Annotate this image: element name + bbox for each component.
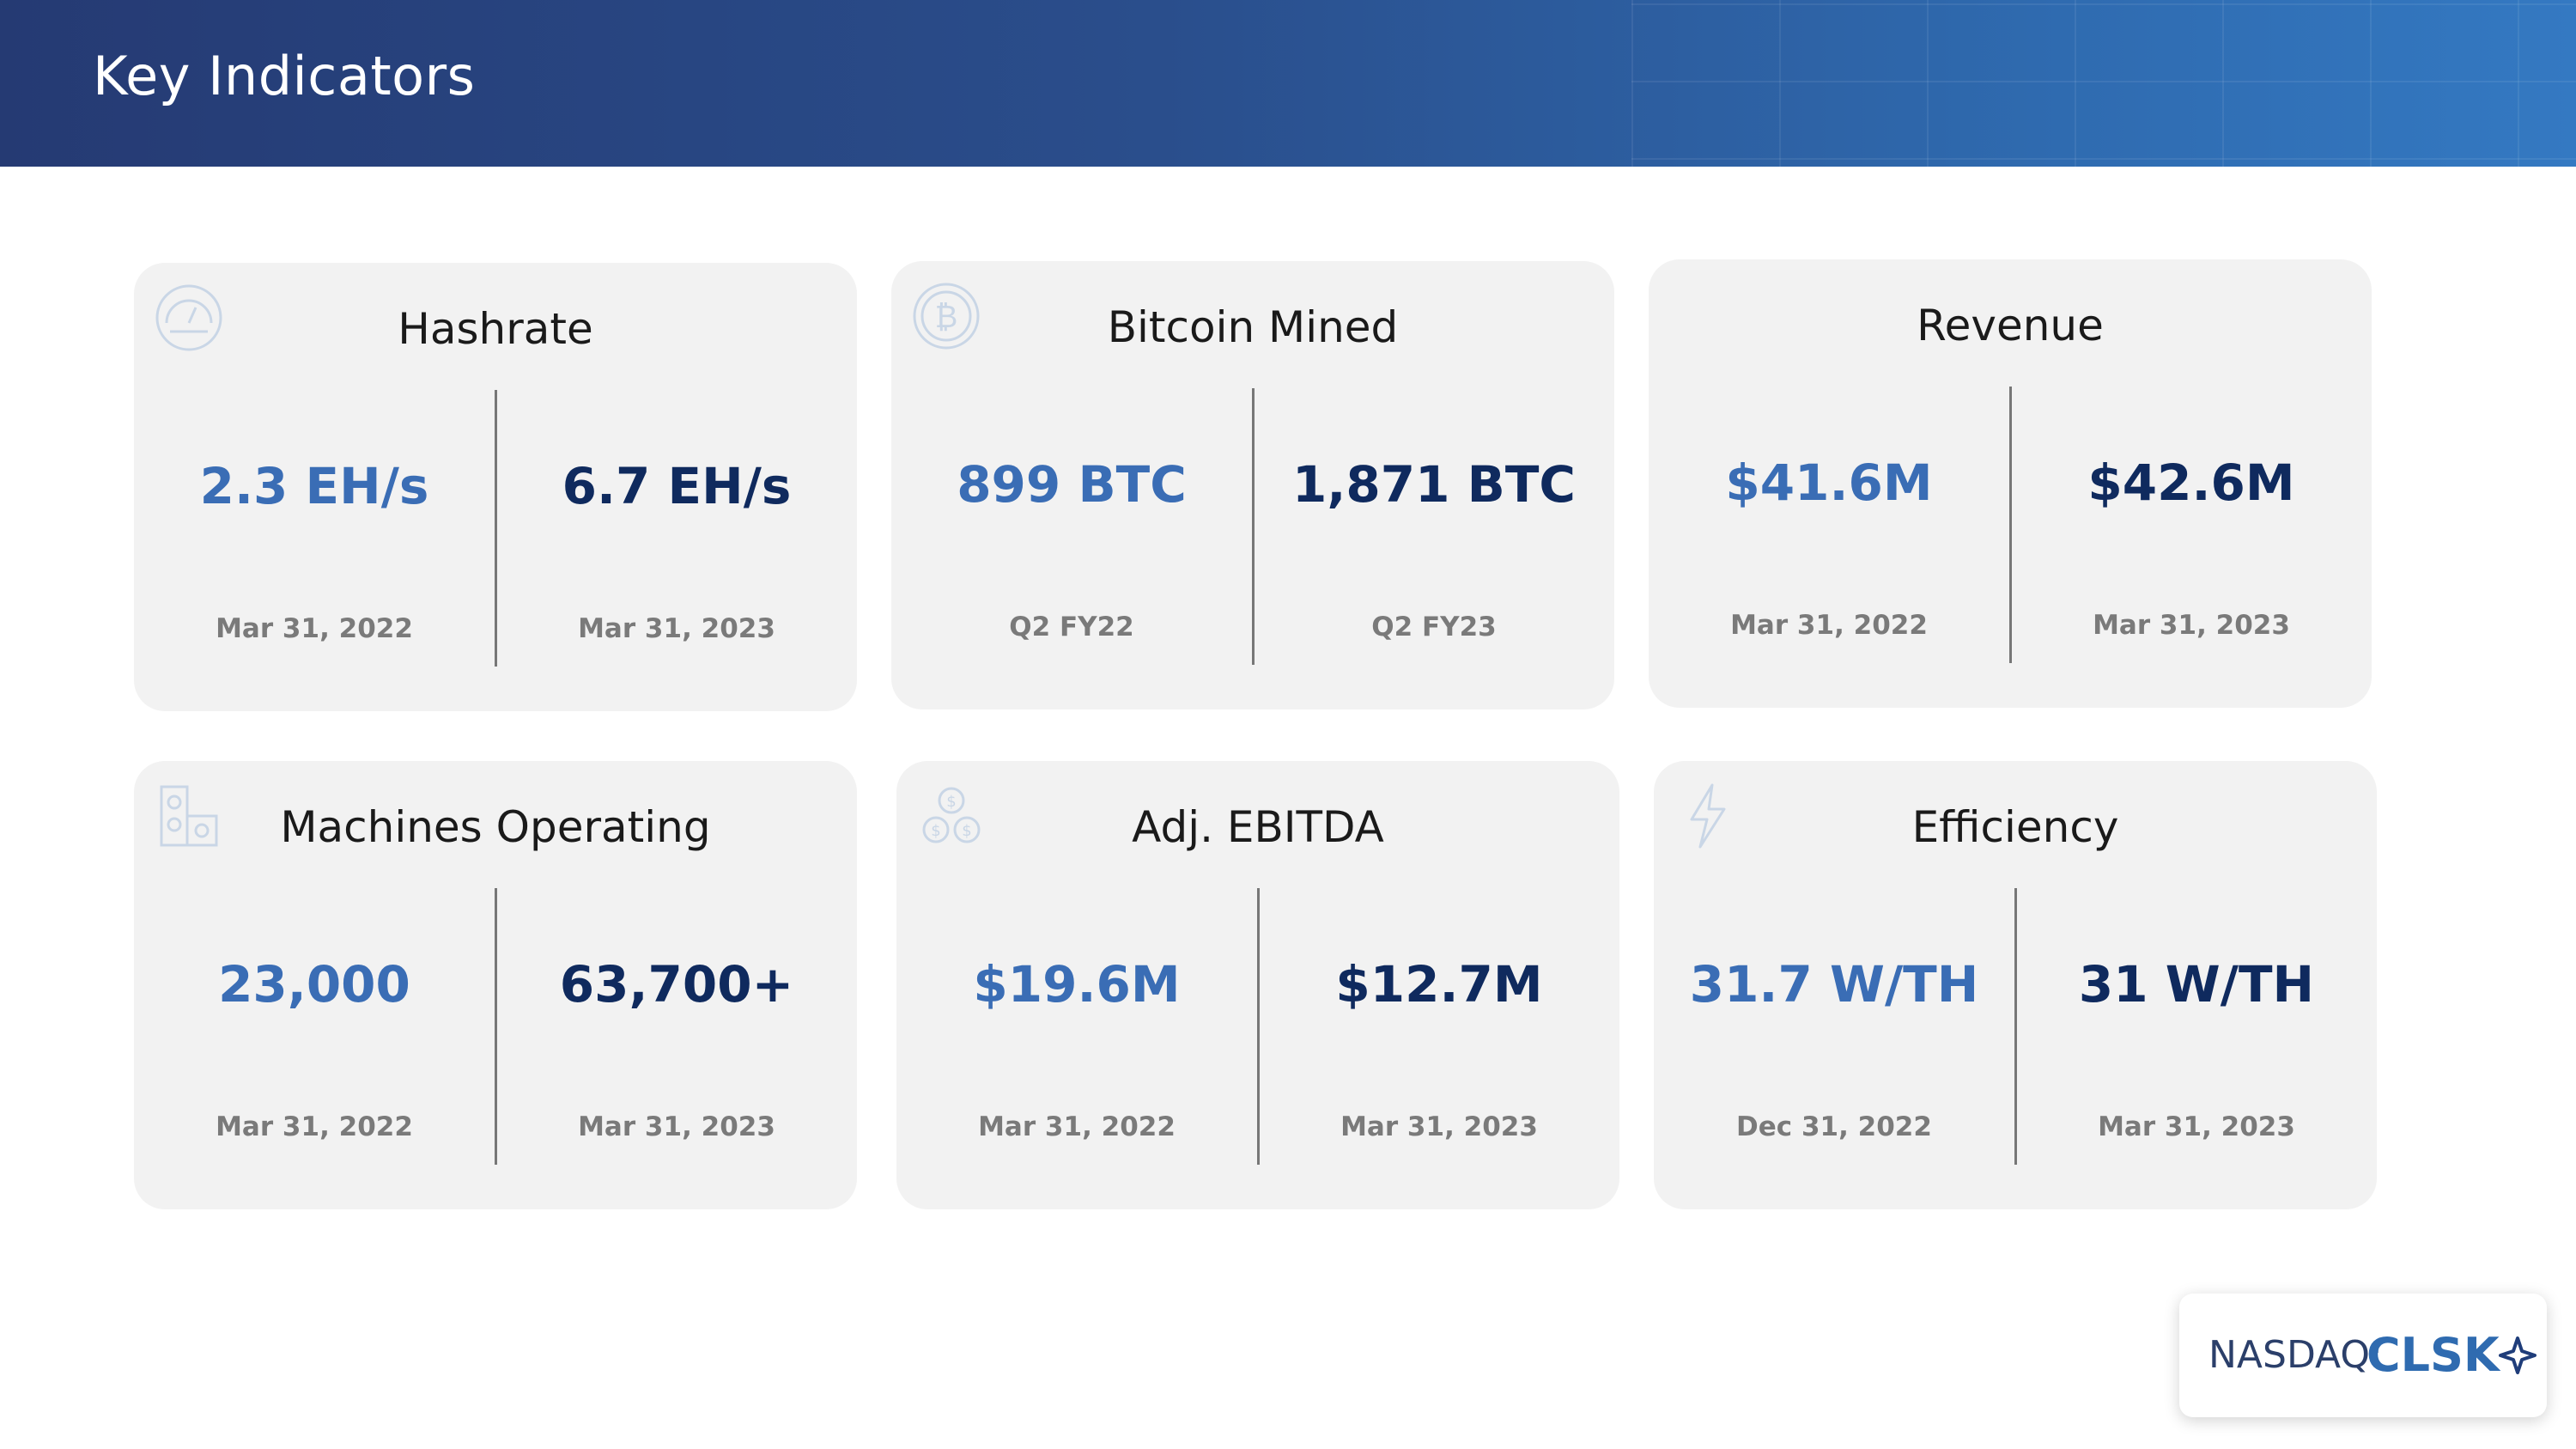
current-date: Mar 31, 2023: [2098, 1111, 2295, 1142]
previous-date: Mar 31, 2022: [216, 613, 413, 644]
previous-value: $19.6M: [973, 955, 1181, 1014]
header-banner: Key Indicators: [0, 0, 2576, 167]
current-value: $12.7M: [1335, 955, 1543, 1014]
card-title: Hashrate: [398, 304, 593, 354]
current-date: Mar 31, 2023: [578, 613, 775, 644]
previous-value: 31.7 W/TH: [1689, 955, 1979, 1014]
ticker-symbol: CLSK: [2366, 1328, 2500, 1382]
card-title: Efficiency: [1911, 802, 2119, 852]
current-date: Q2 FY23: [1371, 612, 1497, 642]
nasdaq-ticker-badge: NASDAQ: CLSK: [2179, 1294, 2547, 1417]
current-date: Mar 31, 2023: [2093, 610, 2290, 641]
current-value: 6.7 EH/s: [562, 457, 792, 515]
card-machines-operating: Machines Operating 23,000 63,700+ Mar 31…: [134, 761, 857, 1209]
header-grid-pattern: [1631, 0, 2576, 167]
current-value: 1,871 BTC: [1292, 455, 1576, 514]
card-title: Machines Operating: [280, 802, 711, 852]
current-value: 31 W/TH: [2078, 955, 2315, 1014]
exchange-label: NASDAQ:: [2208, 1333, 2383, 1377]
previous-date: Mar 31, 2022: [216, 1111, 413, 1142]
current-date: Mar 31, 2023: [578, 1111, 775, 1142]
previous-date: Mar 31, 2022: [978, 1111, 1176, 1142]
previous-date: Dec 31, 2022: [1736, 1111, 1932, 1142]
previous-date: Mar 31, 2022: [1730, 610, 1928, 641]
card-bitcoin-mined: ₿ Bitcoin Mined 899 BTC 1,871 BTC Q2 FY2…: [891, 261, 1614, 709]
current-value: $42.6M: [2087, 454, 2295, 512]
card-hashrate: Hashrate 2.3 EH/s 6.7 EH/s Mar 31, 2022 …: [134, 263, 857, 711]
previous-date: Q2 FY22: [1009, 612, 1134, 642]
card-revenue: Revenue $41.6M $42.6M Mar 31, 2022 Mar 3…: [1649, 259, 2372, 708]
previous-value: $41.6M: [1725, 454, 1933, 512]
card-title: Bitcoin Mined: [1107, 302, 1399, 352]
previous-value: 2.3 EH/s: [199, 457, 429, 515]
card-title: Adj. EBITDA: [1132, 802, 1384, 852]
cleanspark-star-icon: [2499, 1336, 2537, 1374]
current-date: Mar 31, 2023: [1340, 1111, 1538, 1142]
previous-value: 899 BTC: [957, 455, 1187, 514]
previous-value: 23,000: [218, 955, 410, 1014]
page-title: Key Indicators: [93, 45, 476, 107]
card-efficiency: Efficiency 31.7 W/TH 31 W/TH Dec 31, 202…: [1654, 761, 2377, 1209]
card-title: Revenue: [1917, 301, 2104, 350]
current-value: 63,700+: [559, 955, 794, 1014]
card-adj-ebitda: $ $ $ Adj. EBITDA $19.6M $12.7M Mar 31, …: [896, 761, 1619, 1209]
